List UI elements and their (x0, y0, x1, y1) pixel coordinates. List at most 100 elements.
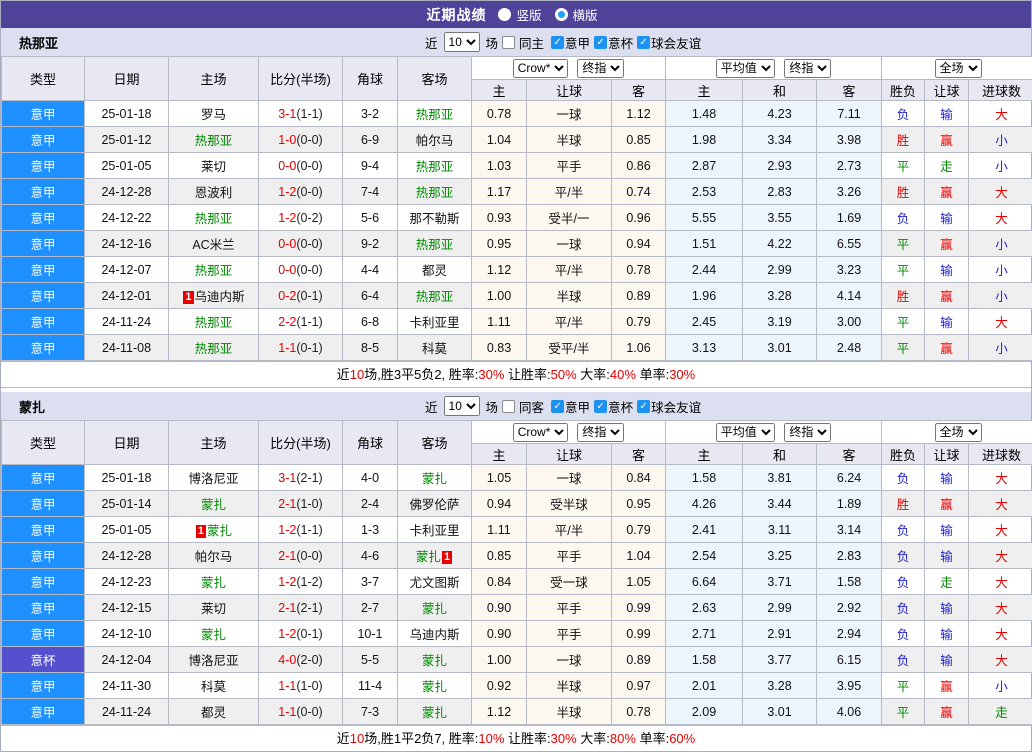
vertical-layout-label[interactable]: 竖版 (516, 5, 541, 24)
odds-away-cell: 1.12 (612, 101, 666, 127)
league-checkbox[interactable]: ✓ (637, 400, 650, 413)
odds-handicap-cell: 平/半 (527, 517, 612, 543)
avg-draw-cell: 3.19 (743, 309, 817, 335)
match-date-cell: 25-01-18 (85, 101, 169, 127)
odds-provider-select[interactable]: Crow* (513, 59, 568, 78)
league-checkbox[interactable]: ✓ (637, 36, 650, 49)
summary-segment: 让胜率: (504, 367, 550, 382)
average-final-select[interactable]: 终指 (784, 59, 831, 78)
home-team-cell: 蒙扎 (169, 569, 259, 595)
match-date-cell: 25-01-05 (85, 153, 169, 179)
score-cell: 1-1(0-1) (259, 335, 343, 361)
result-handicap-cell: 赢 (925, 335, 969, 361)
odds-provider-final-select[interactable]: 终指 (577, 59, 624, 78)
fulltime-score: 3-1 (278, 471, 296, 485)
summary-segment: 让胜率: (504, 731, 550, 746)
avg-draw-cell: 2.99 (743, 257, 817, 283)
avg-home-cell: 2.53 (666, 179, 743, 205)
avg-away-cell: 7.11 (817, 101, 882, 127)
avg-away-cell: 6.55 (817, 231, 882, 257)
result-goals-cell: 小 (969, 153, 1032, 179)
result-wdl-cell: 胜 (882, 491, 925, 517)
halftime-score: (0-0) (296, 237, 322, 251)
match-count-select[interactable]: 10 (444, 32, 480, 52)
odds-home-cell: 1.03 (472, 153, 527, 179)
result-goals-cell: 大 (969, 309, 1032, 335)
horizontal-layout-label[interactable]: 横版 (573, 5, 598, 24)
match-date-cell: 24-12-10 (85, 621, 169, 647)
odds-away-cell: 0.99 (612, 595, 666, 621)
result-goals-cell: 小 (969, 335, 1032, 361)
league-checkbox[interactable]: ✓ (594, 400, 607, 413)
column-header-away: 客场 (398, 57, 472, 101)
average-final-select[interactable]: 终指 (784, 423, 831, 442)
summary-segment: 场,胜1平2负7, 胜率: (364, 731, 478, 746)
fulltime-score: 2-1 (278, 549, 296, 563)
league-checkbox[interactable]: ✓ (551, 400, 564, 413)
vertical-layout-radio-icon[interactable] (498, 8, 511, 21)
team-label: 那不勒斯 (409, 212, 459, 226)
matches-body: 意甲25-01-18博洛尼亚3-1(2-1)4-0蒙扎1.05一球0.841.5… (2, 465, 1032, 725)
odds-group-header: Crow* 终指 (472, 57, 666, 80)
corners-cell: 9-2 (343, 231, 398, 257)
result-handicap-cell: 输 (925, 257, 969, 283)
fulltime-score: 0-0 (278, 237, 296, 251)
score-cell: 2-1(1-0) (259, 491, 343, 517)
avg-home-cell: 3.13 (666, 335, 743, 361)
same-venue-checkbox[interactable] (502, 400, 515, 413)
halftime-score: (0-0) (296, 263, 322, 277)
fulltime-score: 1-1 (278, 341, 296, 355)
same-venue-label: 同客 (519, 397, 544, 416)
summary-segment: 单率: (636, 731, 669, 746)
result-wdl-cell: 平 (882, 699, 925, 725)
teams: 热那亚 近 10 场 同主 ✓意甲✓意杯✓球会友谊 类型 日期 (1, 28, 1031, 751)
fulltime-score: 2-1 (278, 601, 296, 615)
match-date-cell: 24-11-24 (85, 309, 169, 335)
column-header-home: 主场 (169, 421, 259, 465)
column-header-type: 类型 (2, 57, 85, 101)
odds-group-header: Crow* 终指 (472, 421, 666, 444)
result-handicap-cell: 走 (925, 569, 969, 595)
match-row: 意甲24-11-08热那亚1-1(0-1)8-5科莫0.83受平/半1.063.… (2, 335, 1032, 361)
score-cell: 3-1(1-1) (259, 101, 343, 127)
avg-home-cell: 2.09 (666, 699, 743, 725)
red-card-badge: 1 (442, 551, 452, 564)
odds-provider-final-select[interactable]: 终指 (577, 423, 624, 442)
scope-select[interactable]: 全场 (935, 423, 982, 442)
fulltime-score: 0-0 (278, 263, 296, 277)
team-label: 热那亚 (416, 108, 454, 122)
filter-controls: 近 10 场 同客 ✓意甲✓意杯✓球会友谊 (425, 392, 704, 420)
team-label: 都灵 (201, 706, 226, 720)
match-type-cell: 意甲 (2, 179, 85, 205)
league-checkbox[interactable]: ✓ (551, 36, 564, 49)
same-venue-checkbox[interactable] (502, 36, 515, 49)
avg-draw-cell: 3.44 (743, 491, 817, 517)
fulltime-score: 1-1 (278, 705, 296, 719)
match-count-select[interactable]: 10 (444, 396, 480, 416)
subcolumn-result-wdl: 胜负 (882, 444, 925, 465)
horizontal-layout-radio-icon[interactable] (555, 8, 568, 21)
odds-provider-select[interactable]: Crow* (513, 423, 568, 442)
result-handicap-cell: 赢 (925, 673, 969, 699)
away-team-cell: 蒙扎 (398, 673, 472, 699)
fulltime-score: 1-2 (278, 523, 296, 537)
result-handicap-cell: 输 (925, 309, 969, 335)
team-filter-bar: 热那亚 近 10 场 同主 ✓意甲✓意杯✓球会友谊 (1, 28, 1031, 56)
match-type-cell: 意甲 (2, 543, 85, 569)
team-label: 热那亚 (416, 238, 454, 252)
league-checkbox[interactable]: ✓ (594, 36, 607, 49)
league-filters: ✓意甲✓意杯✓球会友谊 (551, 33, 704, 52)
halftime-score: (0-1) (296, 341, 322, 355)
away-team-cell: 蒙扎 (398, 699, 472, 725)
result-goals-cell: 走 (969, 699, 1032, 725)
team-label: AC米兰 (192, 238, 234, 252)
average-select[interactable]: 平均值 (716, 59, 775, 78)
team-label: 蒙扎 (422, 706, 447, 720)
scope-select[interactable]: 全场 (935, 59, 982, 78)
match-date-cell: 24-12-16 (85, 231, 169, 257)
team-label: 科莫 (422, 342, 447, 356)
page-title: 近期战绩 (426, 5, 486, 25)
average-select[interactable]: 平均值 (716, 423, 775, 442)
fulltime-score: 2-1 (278, 497, 296, 511)
near-label: 近 (425, 33, 438, 52)
